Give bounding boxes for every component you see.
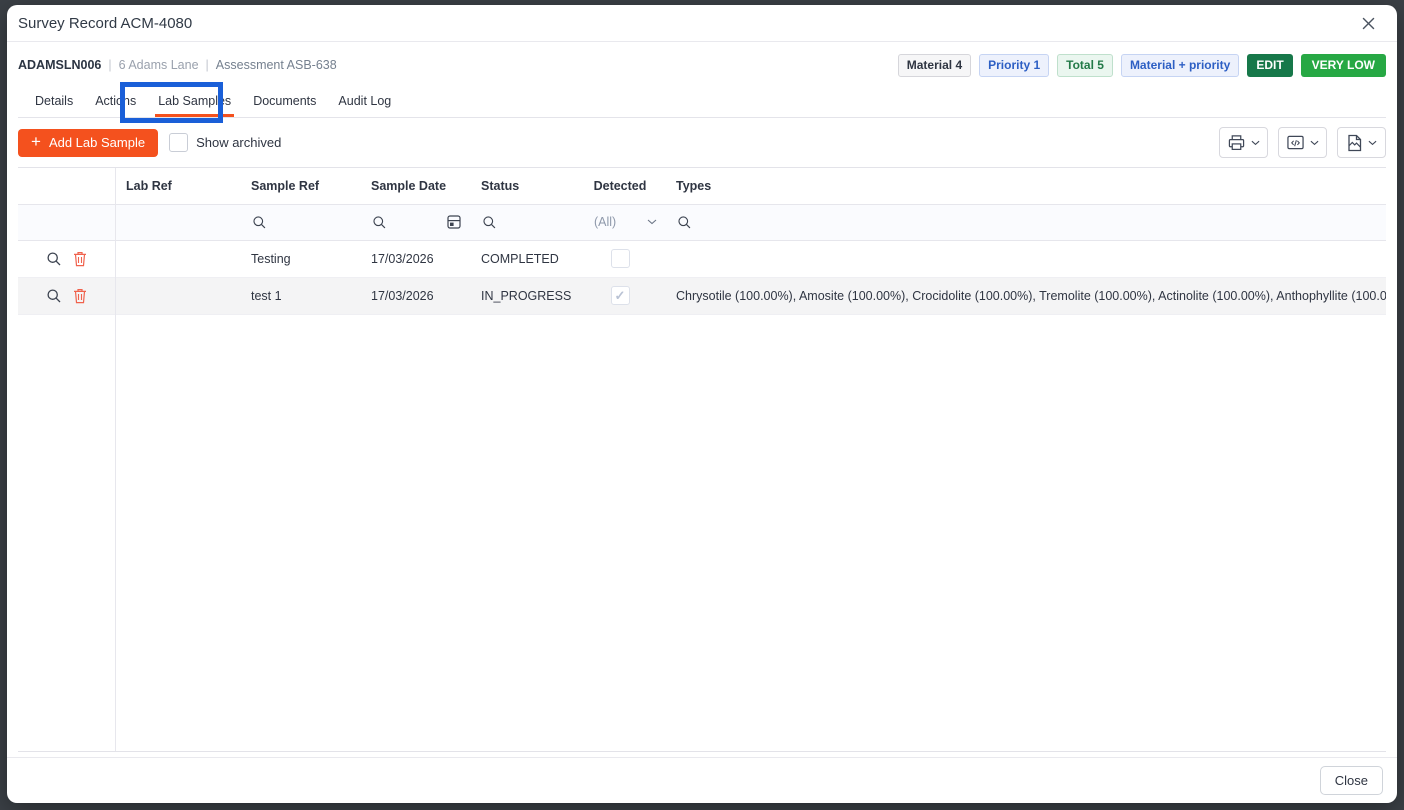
dialog-title: Survey Record ACM-4080 [18, 15, 192, 32]
chevron-down-icon [647, 219, 657, 225]
tab-audit-log[interactable]: Audit Log [329, 87, 400, 117]
dialog-titlebar: Survey Record ACM-4080 [7, 5, 1397, 42]
col-sample-date[interactable]: Sample Date [360, 168, 470, 204]
assessment-ref: Assessment ASB-638 [216, 58, 337, 72]
risk-level-badge: VERY LOW [1301, 54, 1386, 77]
show-archived-control: ✓ Show archived [169, 133, 281, 152]
show-archived-checkbox[interactable]: ✓ [169, 133, 188, 152]
chevron-down-icon [1368, 140, 1377, 146]
col-actions [18, 168, 115, 204]
tab-details[interactable]: Details [26, 87, 82, 117]
table-row: Testing 17/03/2026 COMPLETED ✓ [18, 240, 1386, 277]
cell-sample-ref: Testing [240, 240, 360, 277]
filter-sample-date[interactable] [360, 204, 470, 240]
view-sample-icon[interactable] [46, 288, 62, 304]
cell-status: COMPLETED [470, 240, 575, 277]
table-row: test 1 17/03/2026 IN_PROGRESS ✓ Chrysoti… [18, 277, 1386, 314]
filter-lab-ref[interactable] [115, 204, 240, 240]
material-score-badge: Material 4 [898, 54, 971, 77]
add-lab-sample-button[interactable]: + Add Lab Sample [18, 129, 158, 157]
detected-checkbox: ✓ [611, 249, 630, 268]
col-lab-ref[interactable]: Lab Ref [115, 168, 240, 204]
material-priority-badge: Material + priority [1121, 54, 1239, 77]
breadcrumb-separator: | [206, 58, 209, 72]
site-address: 6 Adams Lane [119, 58, 199, 72]
close-button[interactable]: Close [1320, 766, 1383, 795]
export-code-icon [1286, 134, 1305, 151]
survey-record-dialog: Survey Record ACM-4080 ADAMSLN006 | 6 Ad… [7, 5, 1397, 803]
detected-checkbox: ✓ [611, 286, 630, 305]
plus-icon: + [31, 133, 41, 150]
dialog-footer: Close [7, 757, 1397, 803]
cell-detected: ✓ [575, 277, 665, 314]
badge-group: Material 4 Priority 1 Total 5 Material +… [898, 54, 1386, 77]
record-subheader: ADAMSLN006 | 6 Adams Lane | Assessment A… [18, 53, 1386, 77]
row-actions-cell [18, 277, 115, 314]
filter-detected[interactable]: (All) [575, 204, 665, 240]
total-score-badge: Total 5 [1057, 54, 1113, 77]
tab-documents[interactable]: Documents [244, 87, 325, 117]
search-icon[interactable] [252, 215, 267, 230]
cell-types [665, 240, 1386, 277]
cell-sample-date: 17/03/2026 [360, 277, 470, 314]
chevron-down-icon [1251, 140, 1260, 146]
chevron-down-icon [1310, 140, 1319, 146]
site-code: ADAMSLN006 [18, 58, 101, 72]
cell-types: Chrysotile (100.00%), Amosite (100.00%),… [665, 277, 1386, 314]
export-image-icon [1346, 134, 1363, 152]
close-icon [1362, 17, 1375, 30]
check-icon: ✓ [615, 288, 626, 304]
export-code-button[interactable] [1278, 127, 1327, 158]
table-header-row: Lab Ref Sample Ref Sample Date Status De… [18, 168, 1386, 204]
filter-actions-cell [18, 204, 115, 240]
delete-sample-icon[interactable] [73, 251, 87, 267]
col-types[interactable]: Types [665, 168, 1386, 204]
priority-score-badge: Priority 1 [979, 54, 1049, 77]
col-status[interactable]: Status [470, 168, 575, 204]
delete-sample-icon[interactable] [73, 288, 87, 304]
col-sample-ref[interactable]: Sample Ref [240, 168, 360, 204]
print-button[interactable] [1219, 127, 1268, 158]
cell-sample-date: 17/03/2026 [360, 240, 470, 277]
lab-samples-table: Lab Ref Sample Ref Sample Date Status De… [18, 168, 1386, 315]
lab-samples-toolbar: + Add Lab Sample ✓ Show archived [18, 127, 1386, 158]
col-detected[interactable]: Detected [575, 168, 665, 204]
date-editor-icon[interactable] [446, 214, 462, 230]
detected-filter-value: (All) [587, 215, 616, 229]
cell-lab-ref [115, 277, 240, 314]
filter-status[interactable] [470, 204, 575, 240]
cell-status: IN_PROGRESS [470, 277, 575, 314]
cell-sample-ref: test 1 [240, 277, 360, 314]
row-actions-cell [18, 240, 115, 277]
lab-samples-grid: Lab Ref Sample Ref Sample Date Status De… [18, 167, 1386, 752]
edit-button[interactable]: EDIT [1247, 54, 1292, 77]
breadcrumb: ADAMSLN006 | 6 Adams Lane | Assessment A… [18, 58, 337, 72]
filter-sample-ref[interactable] [240, 204, 360, 240]
show-archived-label: Show archived [196, 135, 281, 150]
dialog-body: ADAMSLN006 | 6 Adams Lane | Assessment A… [7, 42, 1397, 757]
dialog-close-icon-button[interactable] [1355, 10, 1381, 36]
tab-bar: Details Actions Lab Samples Documents Au… [18, 87, 1386, 118]
filter-types[interactable] [665, 204, 1386, 240]
search-icon[interactable] [372, 215, 387, 230]
cell-detected: ✓ [575, 240, 665, 277]
export-image-button[interactable] [1337, 127, 1386, 158]
add-lab-sample-label: Add Lab Sample [49, 135, 145, 150]
breadcrumb-separator: | [108, 58, 111, 72]
tab-actions[interactable]: Actions [86, 87, 145, 117]
detected-filter-select[interactable]: (All) [587, 215, 657, 229]
tab-lab-samples[interactable]: Lab Samples [149, 87, 240, 117]
filter-row: (All) [18, 204, 1386, 240]
search-icon[interactable] [677, 215, 692, 230]
search-icon[interactable] [482, 215, 497, 230]
export-button-group [1219, 127, 1386, 158]
printer-icon [1227, 134, 1246, 151]
cell-lab-ref [115, 240, 240, 277]
view-sample-icon[interactable] [46, 251, 62, 267]
